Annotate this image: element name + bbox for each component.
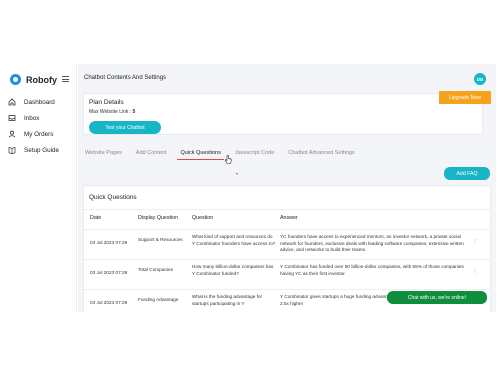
table-row[interactable]: 03 Jul 2023 07:29 Total Companies How ma… (84, 259, 490, 289)
menu-toggle-icon[interactable] (62, 76, 69, 82)
brand[interactable]: Robofy (10, 74, 57, 85)
row-display-question: Funding Advantage (138, 297, 179, 302)
row-date: 03 Jul 2023 07:29 (90, 270, 128, 275)
brand-name: Robofy (26, 74, 57, 85)
sidebar-item-inbox[interactable]: Inbox (8, 110, 59, 126)
sidebar-item-dashboard[interactable]: Dashboard (8, 94, 59, 110)
tab-website-pages[interactable]: Website Pages (85, 150, 122, 160)
sidebar-nav: Dashboard Inbox My Orders Setup Guide (8, 94, 59, 158)
table-header: Date Display Question Question Answer (84, 215, 490, 225)
tab-chatbot-advanced-settings[interactable]: Chatbot Advanced Settings (288, 150, 354, 160)
more-options-icon[interactable]: ··· (474, 267, 476, 277)
sidebar-item-my-orders[interactable]: My Orders (8, 126, 59, 142)
divider (84, 209, 490, 210)
column-header-question: Question (192, 215, 214, 221)
hand-cursor-icon (224, 155, 232, 164)
upgrade-now-button[interactable]: Upgrade Now (439, 91, 491, 104)
row-question: What is the funding advantage for startu… (192, 294, 263, 306)
tab-quick-questions[interactable]: Quick Questions (177, 150, 225, 160)
sidebar-item-setup-guide[interactable]: Setup Guide (8, 142, 59, 158)
home-icon (8, 98, 16, 106)
sidebar-item-label: Dashboard (24, 98, 55, 106)
inbox-icon (8, 114, 16, 122)
book-icon (8, 146, 16, 154)
more-options-icon[interactable]: ··· (474, 237, 476, 247)
test-chatbot-button[interactable]: Test your Chatbot (89, 121, 161, 134)
plan-details-card: Plan Details Max Website Link : 5 Test y… (83, 93, 483, 135)
add-faq-button[interactable]: Add FAQ (444, 167, 490, 180)
max-website-link-value: 5 (132, 109, 136, 115)
column-header-answer: Answer (280, 215, 298, 221)
table-row[interactable]: 03 Jul 2023 07:29 Support & Resources Wh… (84, 229, 490, 259)
plan-details-title: Plan Details (89, 99, 124, 106)
quick-questions-title: Quick Questions (89, 194, 137, 201)
row-answer: YC founders have access to experienced m… (280, 234, 464, 252)
robofy-logo-icon (10, 74, 21, 85)
row-question: What kind of support and resources do Y … (192, 234, 276, 246)
row-answer: Y Combinator has funded over 90 billion-… (280, 264, 464, 276)
row-date: 03 Jul 2023 07:29 (90, 240, 128, 245)
sidebar-item-label: My Orders (24, 130, 54, 138)
sidebar: Robofy Dashboard Inbox My Orders Setup G… (0, 64, 77, 312)
column-header-display-question: Display Question (138, 215, 179, 221)
row-display-question: Total Companies (138, 267, 173, 272)
sidebar-item-label: Setup Guide (24, 146, 60, 154)
main-content: Chatbot Contents And Settings DB Plan De… (78, 64, 496, 312)
max-website-link-label: Max Website Link : (89, 109, 132, 115)
chat-widget-button[interactable]: Chat with us, we're online! (387, 291, 487, 304)
tab-javascript-code[interactable]: Javascript Code (235, 150, 274, 160)
divider-mark: ▾ (236, 171, 239, 176)
row-question: How many billion-dollar companies has Y … (192, 264, 274, 276)
row-date: 03 Jul 2023 07:29 (90, 300, 128, 305)
column-header-date: Date (90, 215, 102, 221)
tab-add-content[interactable]: Add Content (136, 150, 167, 160)
page-title: Chatbot Contents And Settings (84, 75, 167, 81)
max-website-link: Max Website Link : 5 (89, 109, 135, 115)
row-display-question: Support & Resources (138, 237, 183, 242)
sidebar-item-label: Inbox (24, 114, 40, 122)
avatar[interactable]: DB (474, 73, 486, 85)
user-icon (8, 130, 16, 138)
